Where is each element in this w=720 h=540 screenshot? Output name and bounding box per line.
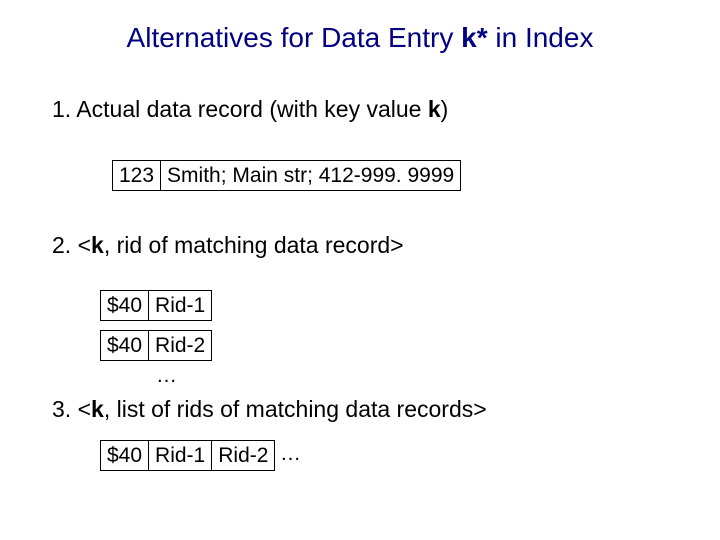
item-3-k: k xyxy=(91,396,104,422)
item-3: 3. <k, list of rids of matching data rec… xyxy=(52,396,487,423)
item-2-k: k xyxy=(91,232,104,258)
record-1-key-cell: 123 xyxy=(112,160,160,191)
pair-2-rid-cell: Rid-2 xyxy=(148,330,212,361)
title-prefix: Alternatives for Data Entry xyxy=(127,22,462,53)
record-1-value-cell: Smith; Main str; 412-999. 9999 xyxy=(160,160,461,191)
item-3-rest: , list of rids of matching data records> xyxy=(104,396,487,422)
slide: Alternatives for Data Entry k* in Index … xyxy=(0,0,720,540)
list-ellipsis: … xyxy=(280,442,301,466)
item-1-number: 1. xyxy=(52,96,71,122)
pair-row-2: $40 Rid-2 xyxy=(100,330,212,361)
item-2-rest: , rid of matching data record> xyxy=(104,232,404,258)
list-key-cell: $40 xyxy=(100,440,148,471)
pair-row-1: $40 Rid-1 xyxy=(100,290,212,321)
item-1-text-a: Actual data record (with key value xyxy=(71,96,428,122)
pair-2-key-cell: $40 xyxy=(100,330,148,361)
pair-1-key-cell: $40 xyxy=(100,290,148,321)
list-row: $40 Rid-1 Rid-2 xyxy=(100,440,275,471)
item-1-text-b: ) xyxy=(441,96,449,122)
list-rid1-cell: Rid-1 xyxy=(148,440,211,471)
slide-title: Alternatives for Data Entry k* in Index xyxy=(0,22,720,54)
pair-1-rid-cell: Rid-1 xyxy=(148,290,212,321)
item-3-number: 3. xyxy=(52,396,71,422)
list-rid2-cell: Rid-2 xyxy=(211,440,275,471)
title-kstar: k* xyxy=(461,22,487,53)
item-2: 2. <k, rid of matching data record> xyxy=(52,232,404,259)
item-2-lt: < xyxy=(71,232,91,258)
record-row-1: 123 Smith; Main str; 412-999. 9999 xyxy=(112,160,461,191)
item-1-k: k xyxy=(428,96,441,122)
item-2-number: 2. xyxy=(52,232,71,258)
item-1: 1. Actual data record (with key value k) xyxy=(52,96,448,123)
title-suffix: in Index xyxy=(488,22,594,53)
pairs-ellipsis: … xyxy=(156,364,177,388)
item-3-lt: < xyxy=(71,396,91,422)
